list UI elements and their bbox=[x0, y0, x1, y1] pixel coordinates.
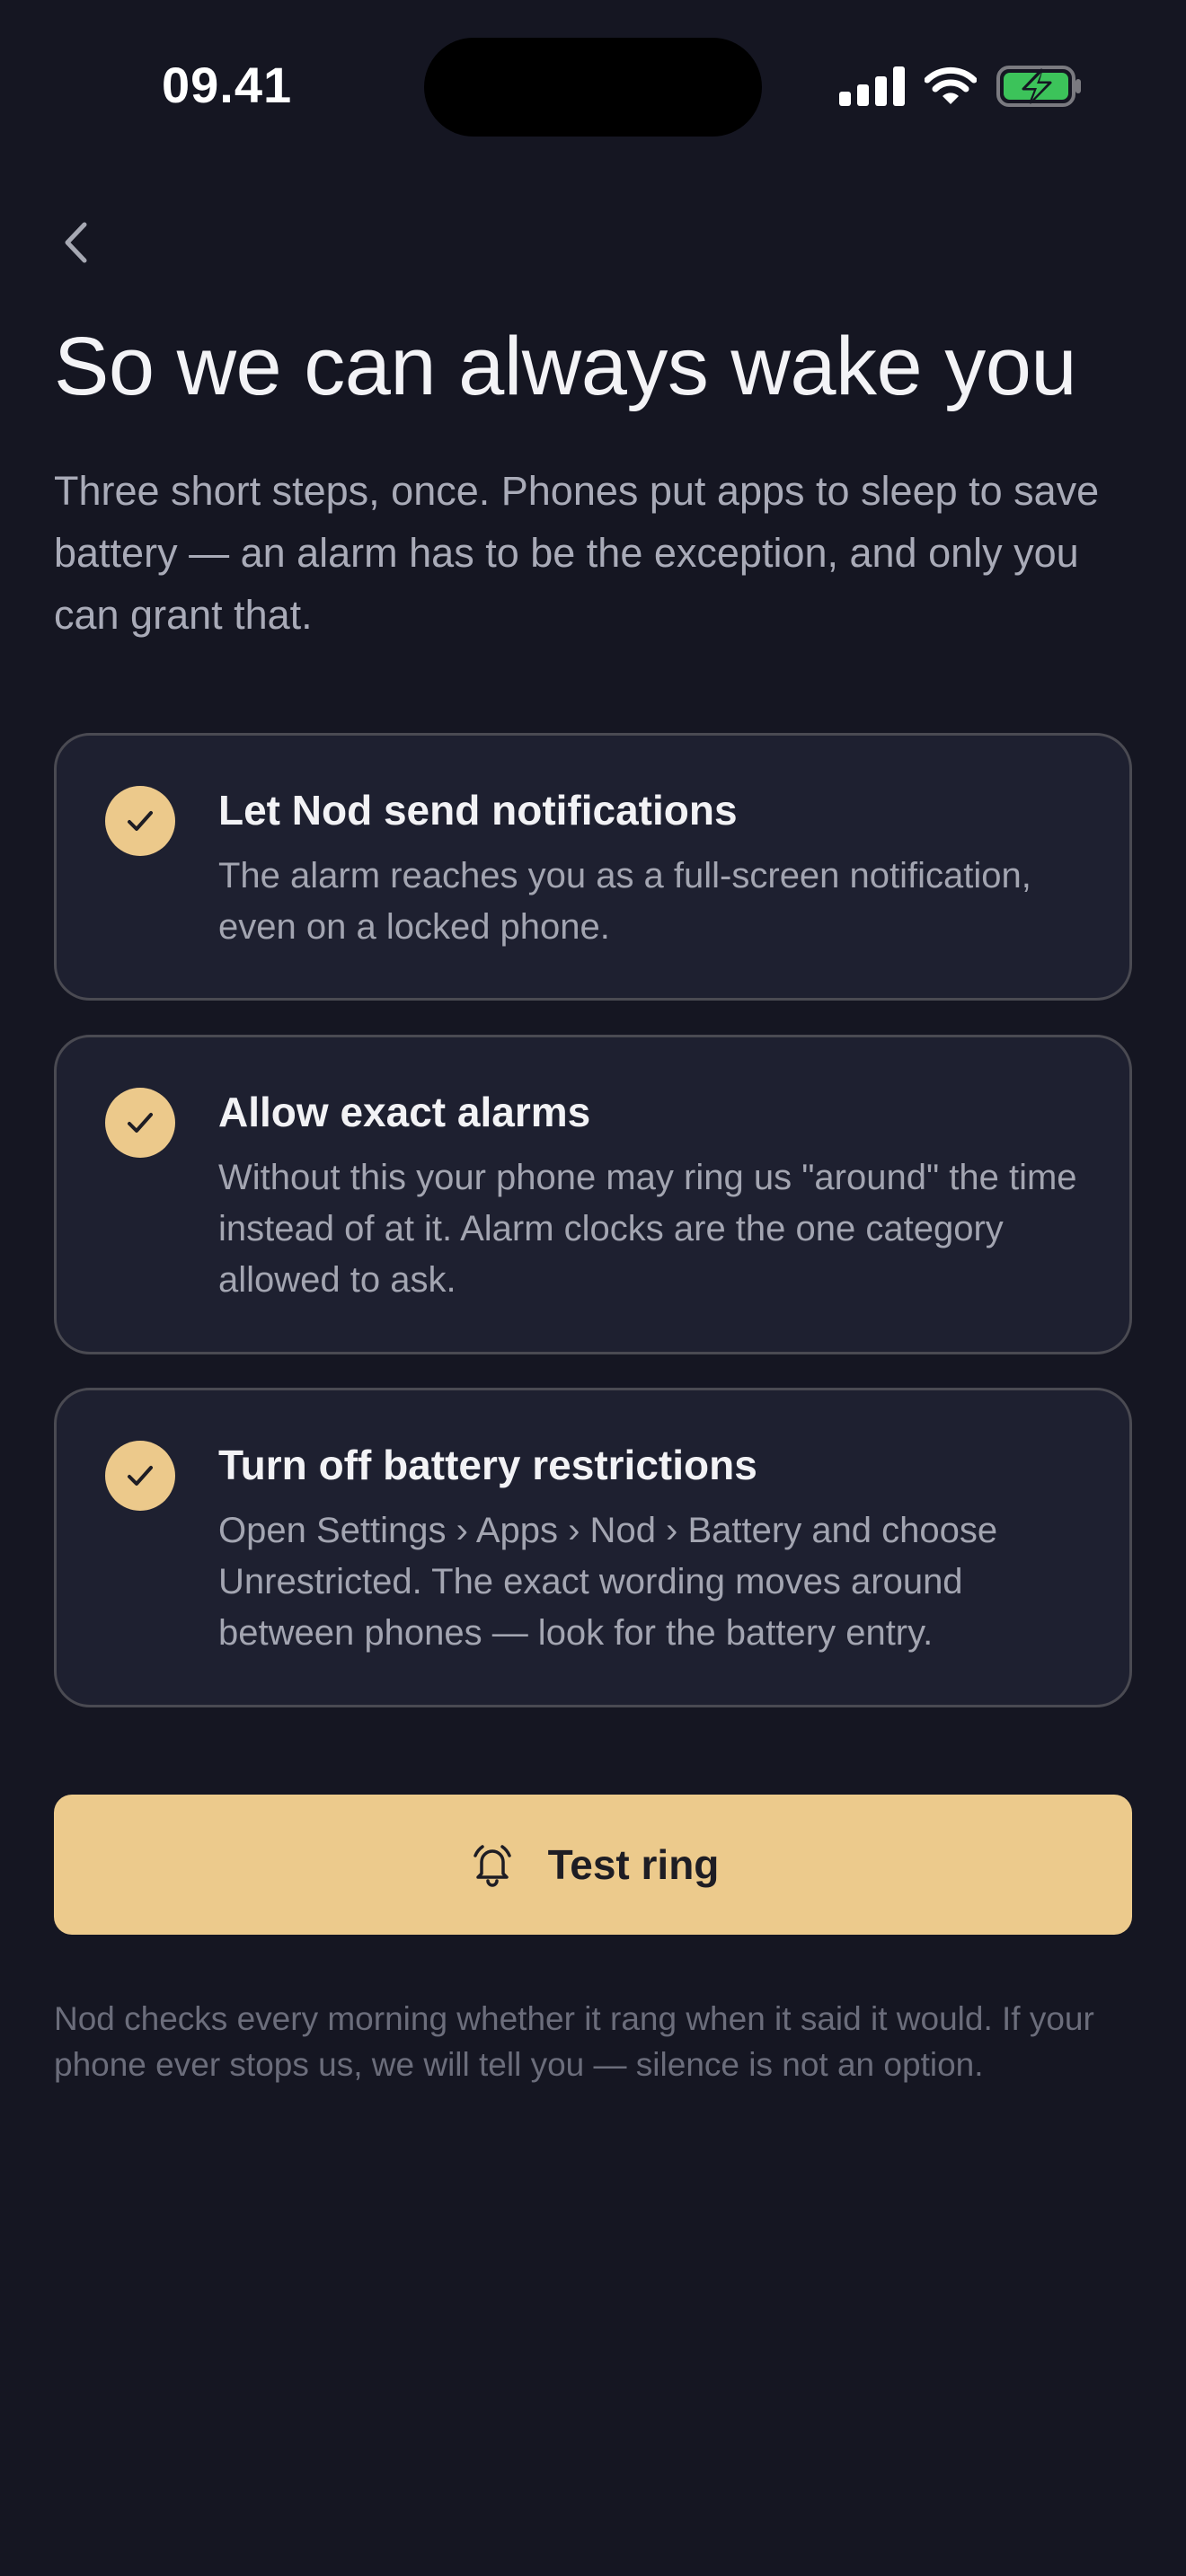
cellular-signal-icon bbox=[839, 66, 905, 106]
step-description: Without this your phone may ring us "aro… bbox=[218, 1158, 1077, 1300]
intro-text: Three short steps, once. Phones put apps… bbox=[54, 468, 1100, 638]
chevron-left-icon bbox=[65, 222, 87, 263]
checkmark-icon bbox=[105, 1088, 175, 1158]
test-ring-label: Test ring bbox=[547, 1841, 720, 1888]
battery-charging-icon bbox=[996, 66, 1081, 107]
status-bar: 09.41 bbox=[0, 0, 1186, 171]
step-card-notifications[interactable]: Let Nod send notifications The alarm rea… bbox=[54, 733, 1132, 1001]
step-title: Allow exact alarms bbox=[218, 1089, 591, 1135]
status-icons bbox=[839, 65, 1083, 108]
wifi-icon bbox=[925, 66, 977, 104]
permissions-screen: 09.41 So we can always wake you Three sh… bbox=[0, 0, 1186, 2576]
dynamic-island bbox=[424, 38, 762, 137]
bell-ringing-icon bbox=[473, 1845, 511, 1887]
step-title: Let Nod send notifications bbox=[218, 787, 738, 834]
step-description: Open Settings › Apps › Nod › Battery and… bbox=[218, 1511, 998, 1653]
back-button[interactable] bbox=[47, 208, 104, 277]
step-card-exact-alarms[interactable]: Allow exact alarms Without this your pho… bbox=[54, 1035, 1132, 1354]
footnote-text: Nod checks every morning whether it rang… bbox=[54, 2000, 1094, 2083]
status-time: 09.41 bbox=[162, 57, 293, 113]
step-card-battery[interactable]: Turn off battery restrictions Open Setti… bbox=[54, 1388, 1132, 1707]
step-title: Turn off battery restrictions bbox=[218, 1442, 757, 1488]
checkmark-icon bbox=[105, 1441, 175, 1511]
checkmark-icon bbox=[105, 786, 175, 856]
page-title: So we can always wake you bbox=[54, 321, 1077, 412]
test-ring-button[interactable]: Test ring bbox=[54, 1795, 1132, 1935]
step-description: The alarm reaches you as a full-screen n… bbox=[218, 856, 1031, 947]
